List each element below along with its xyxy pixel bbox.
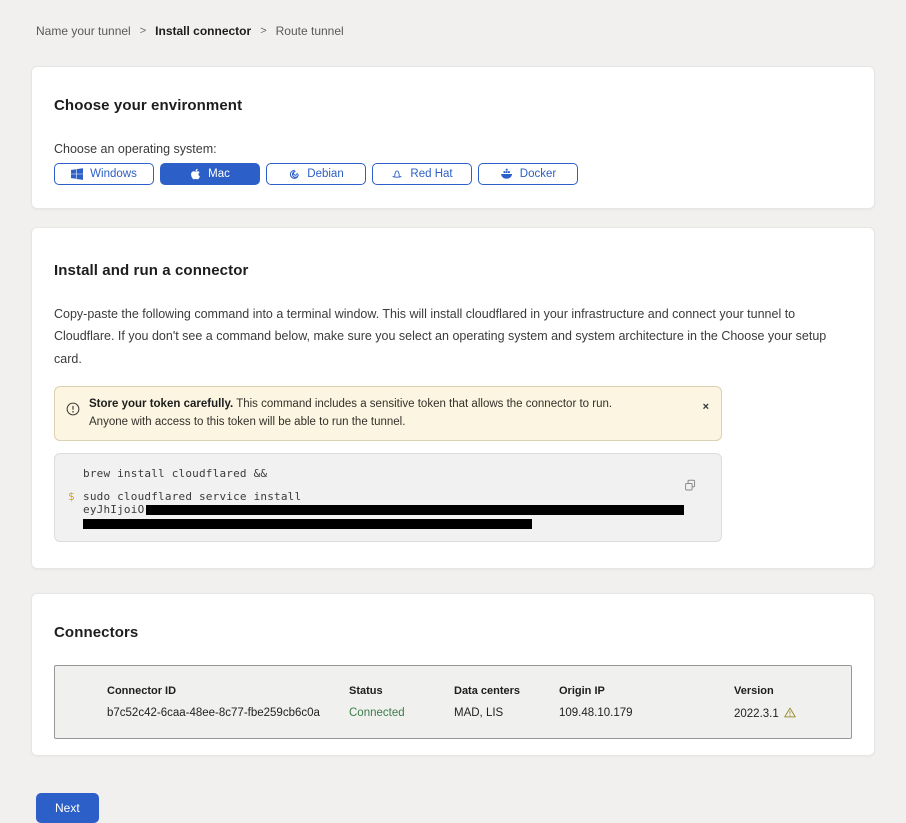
windows-icon (71, 168, 83, 180)
breadcrumb-separator: > (140, 25, 146, 37)
version-number: 2022.3.1 (734, 708, 779, 720)
redacted-token-bar (146, 505, 684, 515)
token-warning-text: Store your token carefully. This command… (89, 396, 644, 432)
breadcrumb-step-route-tunnel[interactable]: Route tunnel (276, 24, 344, 38)
connector-id-value: b7c52c42-6caa-48ee-8c77-fbe259cb6c0a (107, 707, 349, 721)
column-header-connector-id: Connector ID (107, 685, 349, 697)
column-header-status: Status (349, 685, 454, 697)
breadcrumb: Name your tunnel > Install connector > R… (36, 0, 875, 38)
os-button-mac[interactable]: Mac (160, 163, 260, 185)
apple-icon (190, 168, 201, 180)
os-button-label: Red Hat (410, 168, 452, 180)
column-header-version: Version (734, 685, 841, 697)
install-command-codeblock: brew install cloudflared && $ sudo cloud… (54, 453, 722, 542)
column-header-data-centers: Data centers (454, 685, 559, 697)
os-button-group: Windows Mac Debian Red Hat (54, 163, 852, 185)
code-line-brew: brew install cloudflared && (83, 467, 707, 480)
os-select-label: Choose an operating system: (54, 142, 852, 156)
install-connector-card: Install and run a connector Copy-paste t… (31, 227, 875, 569)
connector-version-value: 2022.3.1 (734, 707, 841, 721)
breadcrumb-step-install-connector[interactable]: Install connector (155, 24, 251, 38)
card-title: Install and run a connector (54, 262, 852, 279)
connector-description: Copy-paste the following command into a … (54, 303, 849, 370)
redacted-token-bar-2 (83, 519, 532, 529)
tunnel-setup-page: Name your tunnel > Install connector > R… (0, 0, 906, 823)
token-prefix: eyJhIjoiO (83, 503, 144, 516)
os-button-debian[interactable]: Debian (266, 163, 366, 185)
copy-command-button[interactable] (684, 479, 697, 495)
os-button-label: Windows (90, 168, 137, 180)
os-button-redhat[interactable]: Red Hat (372, 163, 472, 185)
card-title: Choose your environment (54, 97, 852, 114)
docker-icon (500, 168, 513, 180)
os-button-label: Docker (520, 168, 556, 180)
token-warning-bold: Store your token carefully. (89, 398, 233, 410)
banner-close-button[interactable]: × (703, 402, 709, 413)
code-command: sudo cloudflared service install (83, 490, 301, 503)
column-header-origin-ip: Origin IP (559, 685, 734, 697)
connector-origin-ip-value: 109.48.10.179 (559, 707, 734, 721)
version-warning-icon (784, 707, 796, 721)
alert-circle-icon (66, 402, 80, 423)
os-button-label: Mac (208, 168, 230, 180)
redhat-icon (391, 168, 403, 181)
code-command-text: sudo cloudflared service install eyJhIjo… (83, 490, 684, 516)
connectors-card: Connectors Connector ID Status Data cent… (31, 593, 875, 756)
token-warning-banner: Store your token carefully. This command… (54, 386, 722, 442)
os-button-docker[interactable]: Docker (478, 163, 578, 185)
breadcrumb-separator: > (260, 25, 266, 37)
connector-data-centers-value: MAD, LIS (454, 707, 559, 721)
connector-status-value: Connected (349, 707, 454, 721)
os-button-windows[interactable]: Windows (54, 163, 154, 185)
choose-environment-card: Choose your environment Choose an operat… (31, 66, 875, 209)
next-button[interactable]: Next (36, 793, 99, 823)
shell-prompt: $ (68, 490, 83, 516)
connectors-table: Connector ID Status Data centers Origin … (54, 665, 852, 739)
code-line-sudo: $ sudo cloudflared service install eyJhI… (68, 490, 707, 516)
debian-icon (288, 168, 300, 180)
os-button-label: Debian (307, 168, 343, 180)
breadcrumb-step-name-tunnel[interactable]: Name your tunnel (36, 24, 131, 38)
card-title: Connectors (54, 624, 852, 641)
